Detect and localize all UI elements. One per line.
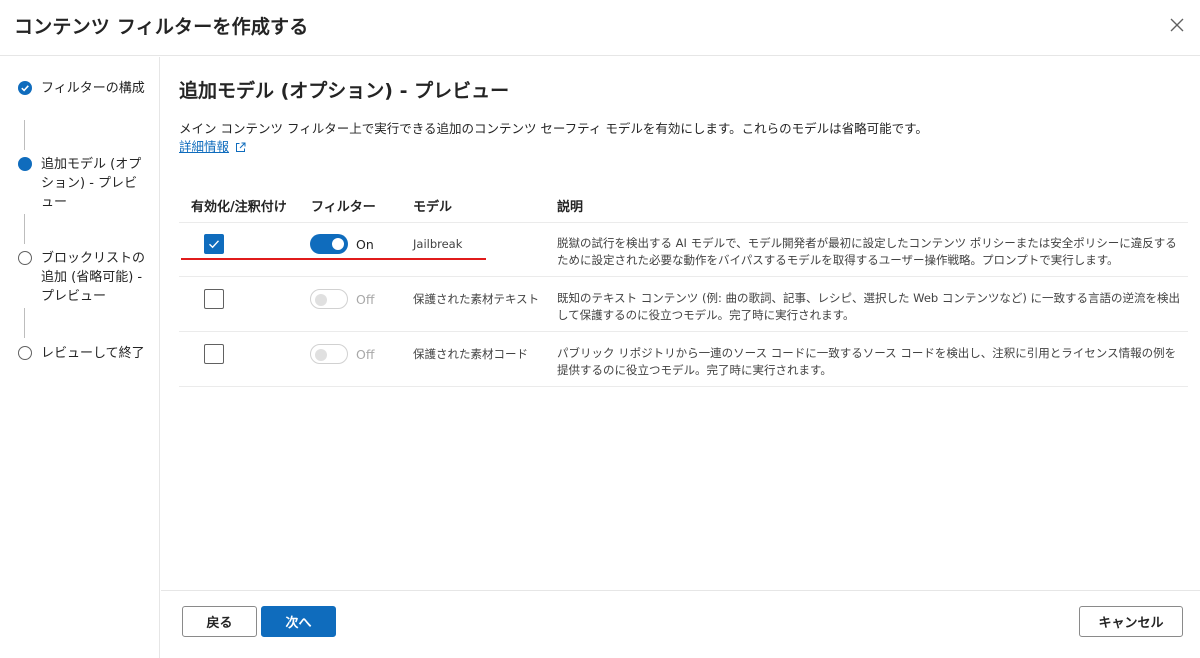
pending-step-icon [18,346,32,360]
model-name: Jailbreak [413,237,463,251]
cancel-button[interactable]: キャンセル [1079,606,1183,637]
dialog-footer: 戻る 次へ キャンセル [161,590,1200,658]
dialog-title: コンテンツ フィルターを作成する [14,16,309,38]
header-divider [179,222,1188,223]
current-step-icon [18,157,32,171]
toggle-state-label: Off [356,347,375,362]
model-name: 保護された素材テキスト [413,292,540,306]
section-title: 追加モデル (オプション) - プレビュー [179,80,510,102]
next-button[interactable]: 次へ [261,606,336,637]
step-connector [24,308,25,338]
toggle-knob [315,294,327,306]
step-connector [24,120,25,150]
check-circle-icon [18,81,32,95]
back-button[interactable]: 戻る [182,606,257,637]
model-description: パブリック リポジトリから一連のソース コードに一致するソース コードを検出し、… [557,346,1177,377]
enable-checkbox[interactable] [204,234,224,254]
column-header-enable: 有効化/注釈付け [191,200,287,215]
close-icon[interactable] [1166,14,1188,36]
row-divider [179,331,1188,332]
toggle-knob [315,349,327,361]
column-header-model: モデル [413,200,453,215]
row-divider [179,276,1188,277]
main-content: 追加モデル (オプション) - プレビュー メイン コンテンツ フィルター上で実… [161,57,1200,590]
learn-more-link[interactable]: 詳細情報 [179,136,229,155]
wizard-steps: フィルターの構成 追加モデル (オプション) - プレビュー ブロックリストの追… [0,57,160,658]
checkmark-icon [209,240,220,249]
annotation-underline [181,258,486,260]
step-label: ブロックリストの追加 (省略可能) - プレビュー [41,251,146,304]
enable-checkbox[interactable] [204,344,224,364]
model-description: 脱獄の試行を検出する AI モデルで、モデル開発者が最初に設定したコンテンツ ポ… [557,236,1177,267]
model-name: 保護された素材コード [413,347,528,361]
step-label: フィルターの構成 [41,81,145,96]
model-description: 既知のテキスト コンテンツ (例: 曲の歌詞、記事、レシピ、選択した Web コ… [557,291,1181,322]
row-divider [179,386,1188,387]
filter-toggle[interactable] [310,234,348,254]
filter-toggle[interactable] [310,344,348,364]
section-description: メイン コンテンツ フィルター上で実行できる追加のコンテンツ セーフティ モデル… [179,121,928,136]
step-label: レビューして終了 [41,346,145,361]
toggle-state-label: Off [356,292,375,307]
external-link-icon[interactable] [235,138,246,152]
step-label: 追加モデル (オプション) - プレビュー [41,157,142,210]
enable-checkbox[interactable] [204,289,224,309]
dialog-header: コンテンツ フィルターを作成する [0,0,1200,56]
pending-step-icon [18,251,32,265]
column-header-filter: フィルター [311,200,376,215]
column-header-description: 説明 [557,200,584,215]
toggle-knob [332,238,344,250]
filter-toggle[interactable] [310,289,348,309]
step-connector [24,214,25,244]
toggle-state-label: On [356,237,374,252]
